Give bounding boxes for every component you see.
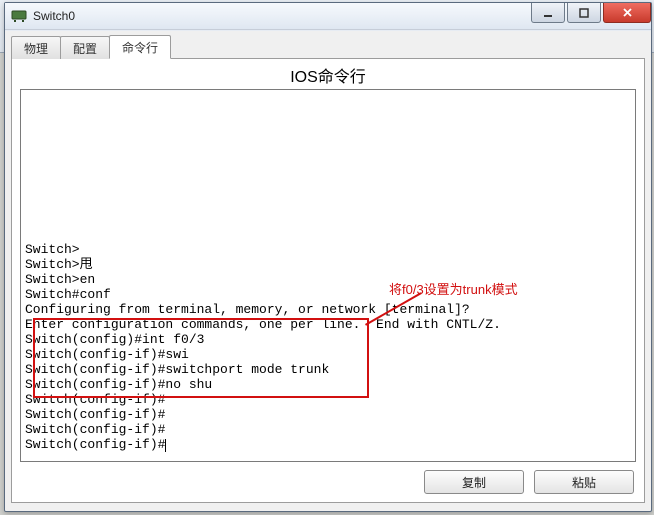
terminal-line: Switch#conf	[25, 287, 631, 302]
terminal-line: Switch(config-if)#	[25, 437, 631, 452]
terminal-cursor	[165, 439, 166, 452]
terminal-line: Switch(config-if)#switchport mode trunk	[25, 362, 631, 377]
annotation-label: 将f0/3设置为trunk模式	[389, 279, 518, 298]
terminal-line: Configuring from terminal, memory, or ne…	[25, 302, 631, 317]
terminal-line: Switch(config-if)#no shu	[25, 377, 631, 392]
switch0-window: Switch0 物理 配置 命令行 IOS命令行 Switch>Switch>甩…	[4, 2, 652, 512]
close-button[interactable]	[603, 3, 651, 23]
tabstrip: 物理 配置 命令行	[11, 34, 645, 59]
terminal-line: Switch>	[25, 242, 631, 257]
terminal-output[interactable]: Switch>Switch>甩Switch>enSwitch#confConfi…	[21, 90, 635, 461]
copy-button[interactable]: 复制	[424, 470, 524, 494]
tab-cli[interactable]: 命令行	[109, 35, 171, 59]
footer-buttons: 复制 粘贴	[424, 470, 634, 494]
terminal-line: Switch>en	[25, 272, 631, 287]
terminal-line: Switch(config-if)#swi	[25, 347, 631, 362]
minimize-button[interactable]	[531, 3, 565, 23]
terminal-line: Enter configuration commands, one per li…	[25, 317, 631, 332]
terminal-container: Switch>Switch>甩Switch>enSwitch#confConfi…	[20, 89, 636, 462]
window-title: Switch0	[33, 9, 75, 23]
tab-physical[interactable]: 物理	[11, 36, 61, 59]
terminal-line: Switch>甩	[25, 257, 631, 272]
titlebar[interactable]: Switch0	[5, 3, 651, 30]
terminal-line: Switch(config-if)#	[25, 392, 631, 407]
paste-button[interactable]: 粘贴	[534, 470, 634, 494]
app-icon	[11, 8, 27, 24]
terminal-line: Switch(config-if)#	[25, 407, 631, 422]
cli-tab-page: IOS命令行 Switch>Switch>甩Switch>enSwitch#co…	[11, 59, 645, 503]
maximize-button[interactable]	[567, 3, 601, 23]
window-controls	[531, 3, 651, 23]
page-title: IOS命令行	[12, 59, 644, 93]
terminal-line: Switch(config)#int f0/3	[25, 332, 631, 347]
tab-config[interactable]: 配置	[60, 36, 110, 59]
terminal-scroll[interactable]: Switch>Switch>甩Switch>enSwitch#confConfi…	[21, 90, 635, 461]
terminal-line: Switch(config-if)#	[25, 422, 631, 437]
